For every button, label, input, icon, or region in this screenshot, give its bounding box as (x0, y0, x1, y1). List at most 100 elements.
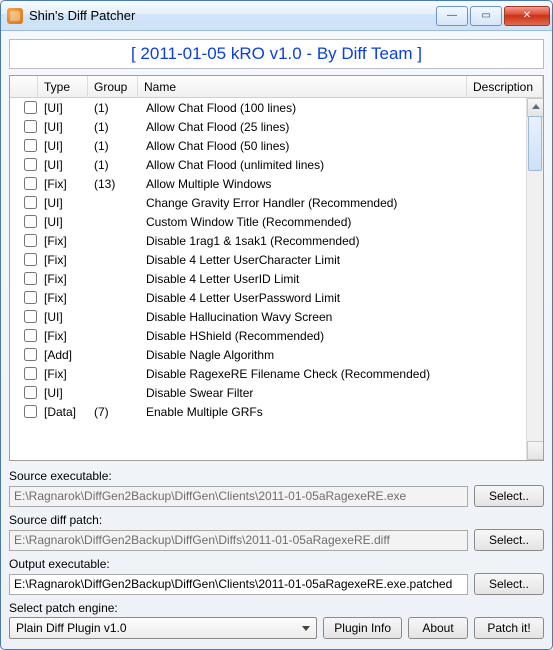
row-checkbox[interactable] (24, 158, 37, 171)
row-type: [UI] (38, 196, 88, 210)
table-row[interactable]: [Fix](13)Allow Multiple Windows (10, 174, 526, 193)
row-type: [Fix] (38, 272, 88, 286)
output-executable-input[interactable] (9, 574, 468, 595)
list-body: [UI](1)Allow Chat Flood (100 lines)[UI](… (10, 98, 526, 460)
close-button[interactable]: ✕ (504, 6, 550, 26)
source-diff-section: Source diff patch: Select.. (9, 513, 544, 551)
app-icon (7, 8, 23, 24)
row-checkbox[interactable] (24, 348, 37, 361)
output-executable-label: Output executable: (9, 557, 544, 571)
scroll-thumb[interactable] (528, 116, 542, 171)
about-button[interactable]: About (408, 617, 468, 639)
row-type: [UI] (38, 215, 88, 229)
row-name: Allow Chat Flood (unlimited lines) (138, 158, 526, 172)
column-description[interactable]: Description (467, 76, 543, 98)
row-name: Disable RagexeRE Filename Check (Recomme… (138, 367, 526, 381)
source-diff-input (9, 530, 468, 551)
output-executable-select-button[interactable]: Select.. (474, 573, 544, 595)
row-type: [Fix] (38, 234, 88, 248)
row-name: Allow Chat Flood (50 lines) (138, 139, 526, 153)
scroll-down-icon (532, 449, 540, 454)
row-checkbox[interactable] (24, 101, 37, 114)
row-name: Allow Chat Flood (25 lines) (138, 120, 526, 134)
row-checkbox[interactable] (24, 291, 37, 304)
minimize-button[interactable]: — (436, 6, 468, 26)
table-row[interactable]: [UI] Change Gravity Error Handler (Recomm… (10, 193, 526, 212)
engine-value: Plain Diff Plugin v1.0 (16, 621, 127, 635)
table-row[interactable]: [UI](1)Allow Chat Flood (50 lines) (10, 136, 526, 155)
table-row[interactable]: [Fix] Disable 4 Letter UserID Limit (10, 269, 526, 288)
row-group: (1) (88, 158, 138, 172)
row-type: [UI] (38, 158, 88, 172)
vertical-scrollbar[interactable] (526, 98, 543, 460)
row-checkbox[interactable] (24, 367, 37, 380)
maximize-button[interactable]: ▭ (470, 6, 502, 26)
table-row[interactable]: [Fix]Disable 4 Letter UserPassword Limit (10, 288, 526, 307)
row-type: [UI] (38, 101, 88, 115)
output-executable-section: Output executable: Select.. (9, 557, 544, 595)
table-row[interactable]: [Data](7)Enable Multiple GRFs (10, 402, 526, 421)
row-checkbox[interactable] (24, 329, 37, 342)
row-name: Disable HShield (Recommended) (138, 329, 526, 343)
source-diff-label: Source diff patch: (9, 513, 544, 527)
table-row[interactable]: [Fix] Disable HShield (Recommended) (10, 326, 526, 345)
table-row[interactable]: [UI](1)Allow Chat Flood (unlimited lines… (10, 155, 526, 174)
row-type: [UI] (38, 139, 88, 153)
table-row[interactable]: [Add]Disable Nagle Algorithm (10, 345, 526, 364)
source-executable-select-button[interactable]: Select.. (474, 485, 544, 507)
list-header[interactable]: Type Group Name Description (10, 76, 543, 98)
column-group[interactable]: Group (88, 76, 138, 98)
row-group: (1) (88, 139, 138, 153)
row-checkbox[interactable] (24, 120, 37, 133)
row-checkbox[interactable] (24, 386, 37, 399)
row-type: [Data] (38, 405, 88, 419)
row-checkbox[interactable] (24, 215, 37, 228)
row-checkbox[interactable] (24, 139, 37, 152)
scroll-up-icon (532, 104, 540, 109)
row-name: Disable Swear Filter (138, 386, 526, 400)
banner: [ 2011-01-05 kRO v1.0 - By Diff Team ] (9, 39, 544, 69)
table-row[interactable]: [Fix]Disable RagexeRE Filename Check (Re… (10, 364, 526, 383)
row-name: Change Gravity Error Handler (Recommende… (138, 196, 526, 210)
table-row[interactable]: [UI](1)Allow Chat Flood (100 lines) (10, 98, 526, 117)
source-diff-select-button[interactable]: Select.. (474, 529, 544, 551)
column-name[interactable]: Name (138, 76, 467, 98)
row-checkbox[interactable] (24, 405, 37, 418)
table-row[interactable]: [UI]Disable Hallucination Wavy Screen (10, 307, 526, 326)
patch-list[interactable]: Type Group Name Description [UI](1)Allow… (9, 75, 544, 461)
column-type[interactable]: Type (38, 76, 88, 98)
column-checkbox[interactable] (10, 76, 38, 98)
source-executable-label: Source executable: (9, 469, 544, 483)
row-group: (7) (88, 405, 138, 419)
row-checkbox[interactable] (24, 253, 37, 266)
row-checkbox[interactable] (24, 310, 37, 323)
row-checkbox[interactable] (24, 196, 37, 209)
client-area: [ 2011-01-05 kRO v1.0 - By Diff Team ] T… (1, 31, 552, 649)
table-row[interactable]: [UI] Custom Window Title (Recommended) (10, 212, 526, 231)
source-executable-input (9, 486, 468, 507)
row-name: Enable Multiple GRFs (138, 405, 526, 419)
window-title: Shin's Diff Patcher (29, 8, 434, 23)
row-type: [UI] (38, 310, 88, 324)
row-checkbox[interactable] (24, 177, 37, 190)
row-checkbox[interactable] (24, 234, 37, 247)
row-type: [Fix] (38, 177, 88, 191)
patch-button[interactable]: Patch it! (474, 617, 544, 639)
row-type: [Add] (38, 348, 88, 362)
row-name: Disable 4 Letter UserID Limit (138, 272, 526, 286)
table-row[interactable]: [Fix]Disable 1rag1 & 1sak1 (Recommended) (10, 231, 526, 250)
table-row[interactable]: [UI] Disable Swear Filter (10, 383, 526, 402)
engine-combobox[interactable]: Plain Diff Plugin v1.0 (9, 617, 317, 639)
table-row[interactable]: [UI](1)Allow Chat Flood (25 lines) (10, 117, 526, 136)
titlebar[interactable]: Shin's Diff Patcher — ▭ ✕ (1, 1, 552, 31)
row-name: Custom Window Title (Recommended) (138, 215, 526, 229)
table-row[interactable]: [Fix]Disable 4 Letter UserCharacter Limi… (10, 250, 526, 269)
row-type: [Fix] (38, 253, 88, 267)
row-type: [UI] (38, 120, 88, 134)
row-type: [Fix] (38, 329, 88, 343)
row-name: Allow Multiple Windows (138, 177, 526, 191)
plugin-info-button[interactable]: Plugin Info (323, 617, 402, 639)
row-checkbox[interactable] (24, 272, 37, 285)
source-executable-section: Source executable: Select.. (9, 469, 544, 507)
row-type: [UI] (38, 386, 88, 400)
